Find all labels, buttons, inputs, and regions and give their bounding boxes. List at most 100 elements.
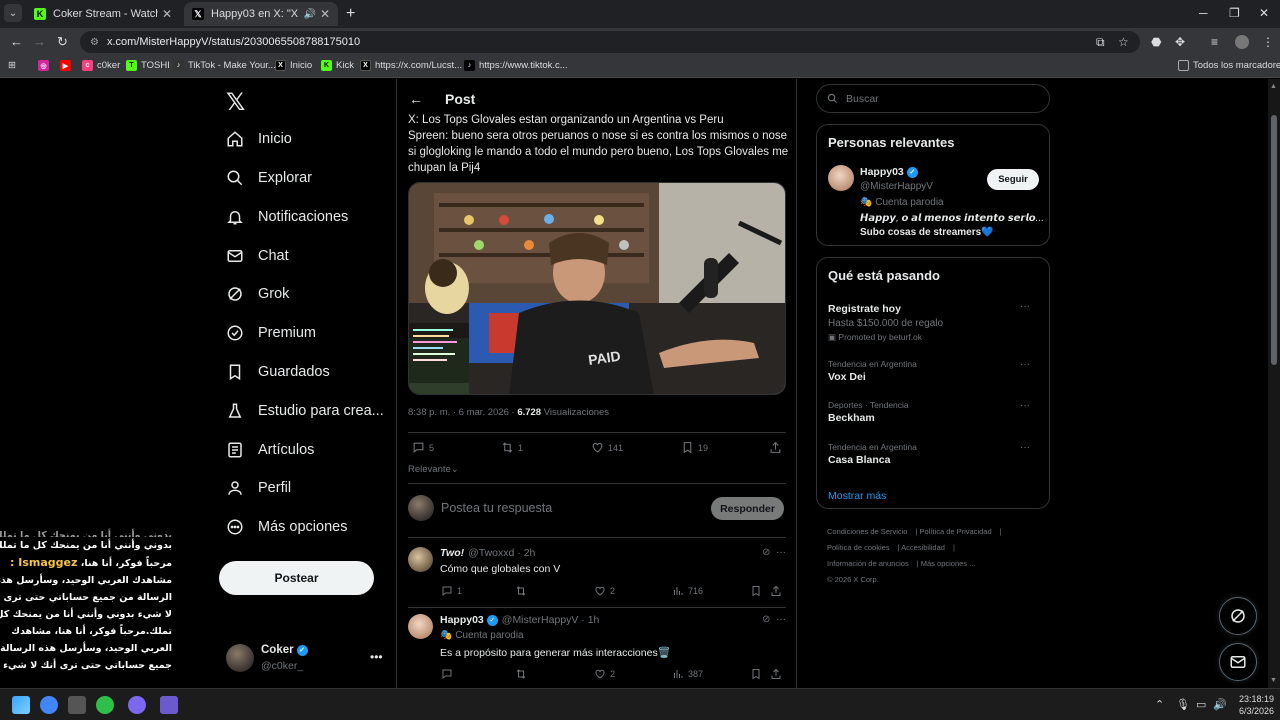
browser-tab-x[interactable]: 𝕏 Happy03 en X: "X: Los Tops 🔊 ✕: [184, 2, 338, 26]
footer-link[interactable]: Accesibilidad: [901, 543, 945, 552]
scroll-up-icon[interactable]: ▲: [1270, 83, 1277, 90]
bookmark-youtube[interactable]: ▶: [60, 60, 75, 71]
follow-button[interactable]: Seguir: [987, 169, 1039, 190]
nav-item-chat[interactable]: Chat: [226, 242, 289, 270]
messages-button[interactable]: [1219, 643, 1257, 681]
bookmark-toshi[interactable]: T TOSHI: [126, 60, 170, 71]
share-action[interactable]: [770, 668, 786, 680]
scrollbar-thumb[interactable]: [1271, 115, 1277, 365]
nav-item-estudio[interactable]: Estudio para crea...: [226, 397, 384, 425]
more-icon[interactable]: ···: [1020, 359, 1030, 370]
volume-icon[interactable]: 🔊: [1213, 698, 1227, 711]
forward-icon[interactable]: →: [33, 34, 46, 49]
search-input[interactable]: Buscar: [816, 84, 1050, 113]
shield-icon[interactable]: ⬣: [1151, 35, 1161, 49]
trend-item[interactable]: Tendencia en Argentina Casa Blanca ···: [828, 442, 1038, 466]
share-action[interactable]: [769, 441, 786, 454]
restore-icon[interactable]: ❐: [1229, 6, 1240, 20]
footer-link[interactable]: Información de anuncios: [827, 559, 909, 568]
chrome-icon[interactable]: [40, 696, 58, 714]
bookmark-tiktok[interactable]: ♪ TikTok - Make Your...: [173, 60, 276, 71]
app-icon[interactable]: [128, 696, 146, 714]
footer-link[interactable]: Condiciones de Servicio: [827, 527, 907, 536]
nav-item-grok[interactable]: Grok: [226, 280, 289, 308]
nav-item-explorar[interactable]: Explorar: [226, 164, 312, 192]
back-icon[interactable]: ←: [10, 34, 23, 49]
nav-item-inicio[interactable]: Inicio: [226, 125, 292, 153]
nav-item-notificaciones[interactable]: Notificaciones: [226, 203, 348, 231]
more-icon[interactable]: •••: [370, 650, 383, 664]
apps-icon[interactable]: ⊞: [8, 60, 16, 71]
reply-action[interactable]: [441, 668, 457, 680]
avatar[interactable]: [828, 165, 854, 191]
address-bar[interactable]: ⚙ x.com/MisterHappyV/status/203006550878…: [80, 31, 1140, 53]
star-icon[interactable]: ☆: [1118, 35, 1129, 49]
repost-action[interactable]: [515, 585, 531, 597]
footer-link[interactable]: Más opciones ...: [921, 559, 976, 568]
bookmark-c0ker[interactable]: c c0ker: [82, 60, 120, 71]
trend-item[interactable]: Deportes · Tendencia Beckham ···: [828, 400, 1038, 424]
bookmark-inicio[interactable]: X Inicio: [275, 60, 312, 71]
trend-item[interactable]: Registrate hoy Hasta $150.000 de regalo …: [828, 301, 1038, 343]
post-button[interactable]: Postear: [219, 561, 374, 595]
nav-item-mas-opciones[interactable]: Más opciones: [226, 513, 347, 541]
nav-item-guardados[interactable]: Guardados: [226, 358, 330, 386]
reply-input[interactable]: Postea tu respuesta: [441, 501, 552, 515]
extensions-icon[interactable]: ✥: [1175, 35, 1185, 49]
sort-dropdown[interactable]: Relevante⌄: [408, 464, 459, 475]
install-app-icon[interactable]: ⧉: [1096, 35, 1105, 50]
tab-search-button[interactable]: ⌄: [4, 4, 22, 22]
repost-action[interactable]: [515, 668, 531, 680]
more-icon[interactable]: ···: [1020, 301, 1030, 312]
show-more-link[interactable]: Mostrar más: [828, 490, 886, 502]
reply-action[interactable]: 5: [412, 441, 434, 454]
post-video[interactable]: PAID: [408, 182, 786, 395]
like-action[interactable]: 2: [594, 585, 615, 597]
menu-icon[interactable]: ⋮: [1262, 35, 1274, 49]
bookmark-tiktok-url[interactable]: ♪ https://www.tiktok.c...: [464, 60, 568, 71]
more-icon[interactable]: ···: [1020, 400, 1030, 411]
like-action[interactable]: 141: [591, 441, 623, 454]
minimize-icon[interactable]: ─: [1199, 6, 1208, 20]
speaker-icon[interactable]: 🔊: [303, 9, 315, 20]
more-icon[interactable]: ···: [776, 614, 786, 625]
close-icon[interactable]: ✕: [162, 7, 172, 21]
bookmark-x-lucst[interactable]: Xhttps://x.com/Lucst...: [360, 60, 462, 71]
microphone-icon[interactable]: 🎙: [1176, 698, 1190, 711]
like-action[interactable]: 2: [594, 668, 615, 680]
more-icon[interactable]: ···: [776, 547, 786, 558]
profile-avatar[interactable]: [1235, 35, 1249, 49]
more-icon[interactable]: ···: [1020, 442, 1030, 453]
start-icon[interactable]: [12, 696, 30, 714]
bookmark-instagram[interactable]: ◎: [38, 60, 53, 71]
footer-link[interactable]: Política de Privacidad: [920, 527, 992, 536]
bookmark-action[interactable]: 19: [681, 441, 708, 454]
scroll-down-icon[interactable]: ▼: [1270, 677, 1277, 684]
nav-item-perfil[interactable]: Perfil: [226, 474, 291, 502]
reply-post[interactable]: Two! @Twoxxd · 2h ⊘ ··· Cómo que globale…: [408, 547, 786, 603]
repost-action[interactable]: 1: [501, 441, 523, 454]
grok-icon[interactable]: ⊘: [762, 547, 770, 558]
browser-tab-kick[interactable]: K Coker Stream - Watch Live on K ✕: [26, 2, 180, 26]
share-action[interactable]: [770, 585, 786, 597]
app-icon[interactable]: [160, 696, 178, 714]
trend-item[interactable]: Tendencia en Argentina Vox Dei ···: [828, 359, 1038, 383]
back-arrow-icon[interactable]: ←: [409, 91, 423, 107]
views-action[interactable]: 387: [672, 668, 703, 680]
grok-button[interactable]: [1219, 597, 1257, 635]
app-icon[interactable]: [68, 696, 86, 714]
site-info-icon[interactable]: ⚙: [90, 37, 99, 48]
account-switcher[interactable]: Coker ✓ @c0ker_ •••: [226, 642, 386, 682]
close-window-icon[interactable]: ✕: [1259, 6, 1269, 20]
reply-post[interactable]: Happy03 ✓ @MisterHappyV · 1h ⊘ ··· 🎭 Cue…: [408, 614, 786, 688]
network-icon[interactable]: ▭: [1196, 698, 1206, 711]
tray-chevron-icon[interactable]: ⌃: [1155, 698, 1164, 711]
x-logo-icon[interactable]: 𝕏: [226, 88, 245, 116]
footer-link[interactable]: Política de cookies: [827, 543, 890, 552]
reload-icon[interactable]: ↻: [57, 34, 68, 50]
clock[interactable]: 23:18:19 6/3/2026: [1234, 693, 1274, 717]
views-action[interactable]: 716: [672, 585, 703, 597]
reply-button[interactable]: Responder: [711, 497, 784, 520]
nav-item-articulos[interactable]: Artículos: [226, 436, 314, 464]
relevant-name[interactable]: Happy03: [860, 166, 904, 178]
